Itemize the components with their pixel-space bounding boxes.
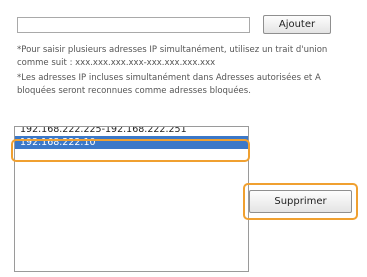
range-instruction-text: *Pour saisir plusieurs adresses IP simul… — [17, 45, 328, 55]
list-item-selected[interactable]: 192.168.222.10 — [15, 136, 248, 149]
conflict-note-text-continued: bloquées seront reconnues comme adresses… — [17, 86, 251, 96]
range-format-text: comme suit : xxx.xxx.xxx.xxx-xxx.xxx.xxx… — [17, 58, 216, 68]
ip-address-input[interactable] — [17, 17, 250, 33]
add-button[interactable]: Ajouter — [263, 15, 331, 34]
list-item[interactable]: 192.168.222.225-192.168.222.251 — [15, 127, 248, 136]
ip-address-list[interactable]: 192.168.222.225-192.168.222.251 192.168.… — [14, 126, 249, 272]
conflict-note-text: *Les adresses IP incluses simultanément … — [17, 73, 321, 83]
delete-button[interactable]: Supprimer — [249, 190, 352, 213]
